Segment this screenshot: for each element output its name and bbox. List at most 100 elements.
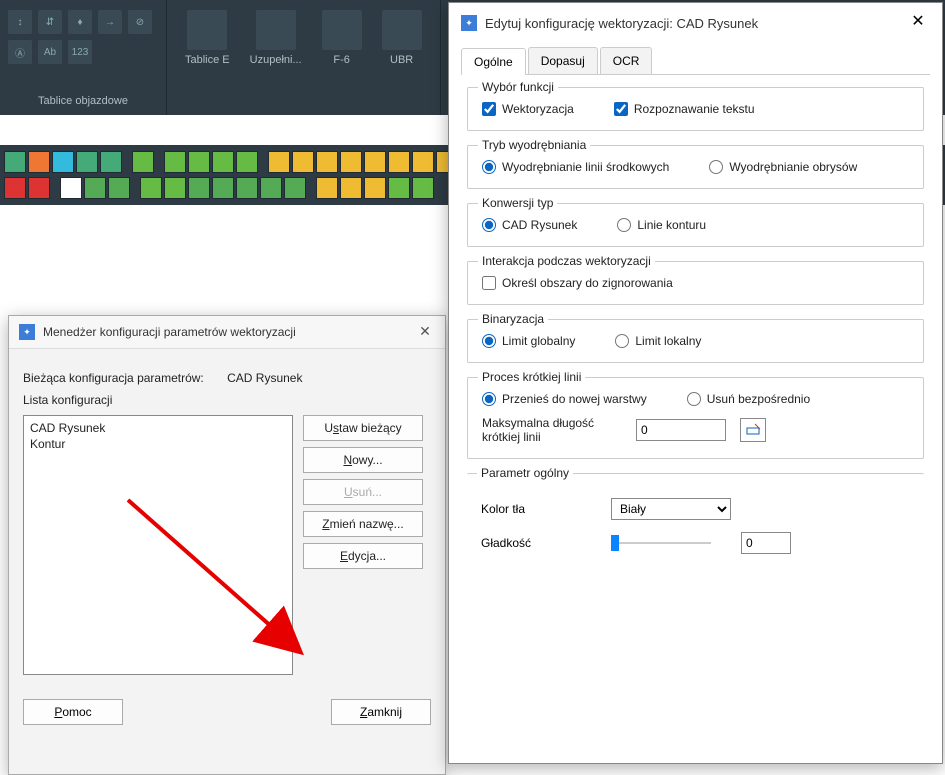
tool-icon[interactable]: [60, 177, 82, 199]
ribbon-group-tablice: ↕ ⇵ ♦ → ⊘ Ⓐ Ab 123 Tablice objazdowe: [0, 0, 167, 115]
tool-icon[interactable]: [108, 177, 130, 199]
tool-icon[interactable]: [76, 151, 98, 173]
measure-icon[interactable]: [740, 418, 766, 442]
tool-icon[interactable]: [260, 177, 282, 199]
checkbox-vectorize[interactable]: Wektoryzacja: [482, 102, 574, 116]
smoothness-label: Gładkość: [481, 536, 581, 550]
new-button[interactable]: Nowy...: [303, 447, 423, 473]
close-button[interactable]: Zamknij: [331, 699, 431, 725]
dialog-titlebar[interactable]: ✦ Edytuj konfigurację wektoryzacji: CAD …: [449, 3, 942, 43]
radio-centerline[interactable]: Wyodrębnianie linii środkowych: [482, 160, 669, 174]
tool-icon[interactable]: [412, 177, 434, 199]
help-button[interactable]: Pomoc: [23, 699, 123, 725]
app-icon: ✦: [461, 15, 477, 31]
tabs: Ogólne Dopasuj OCR: [461, 47, 930, 75]
bgcolor-select[interactable]: Biały: [611, 498, 731, 520]
config-listbox[interactable]: CAD Rysunek Kontur: [23, 415, 293, 675]
tab-ocr[interactable]: OCR: [600, 47, 653, 74]
max-short-line-label: Maksymalna długość krótkiej linii: [482, 416, 622, 444]
current-config-label: Bieżąca konfiguracja parametrów:: [23, 371, 204, 385]
max-short-line-input[interactable]: [636, 419, 726, 441]
smoothness-input[interactable]: [741, 532, 791, 554]
tab-fit[interactable]: Dopasuj: [528, 47, 598, 74]
set-current-button[interactable]: Ustaw bieżący: [303, 415, 423, 441]
tool-icon[interactable]: [236, 177, 258, 199]
tool-icon[interactable]: [28, 177, 50, 199]
tool-icon[interactable]: [4, 177, 26, 199]
tool-icon[interactable]: [316, 177, 338, 199]
checkbox-recognize-text[interactable]: Rozpoznawanie tekstu: [614, 102, 755, 116]
edit-button[interactable]: Edycja...: [303, 543, 423, 569]
tool-icon[interactable]: [140, 177, 162, 199]
radio-local-limit[interactable]: Limit lokalny: [615, 334, 701, 348]
ribbon-icon[interactable]: ♦: [68, 10, 92, 34]
tool-icon[interactable]: [236, 151, 258, 173]
tool-icon[interactable]: [212, 177, 234, 199]
app-icon: ✦: [19, 324, 35, 340]
tool-icon[interactable]: [132, 151, 154, 173]
tool-icon[interactable]: [292, 151, 314, 173]
tool-icon[interactable]: [284, 177, 306, 199]
tool-icon[interactable]: [412, 151, 434, 173]
tool-icon[interactable]: [188, 177, 210, 199]
fieldset-func: Wybór funkcji Wektoryzacja Rozpoznawanie…: [467, 87, 924, 131]
radio-delete-direct[interactable]: Usuń bezpośrednio: [687, 392, 810, 406]
dialog-title: Menedżer konfiguracji parametrów wektory…: [43, 325, 415, 339]
smoothness-slider[interactable]: [611, 533, 711, 553]
ribbon-big-button[interactable]: UBR: [372, 4, 432, 111]
fieldset-short-line: Proces krótkiej linii Przenieś do nowej …: [467, 377, 924, 459]
rename-button[interactable]: Zmień nazwę...: [303, 511, 423, 537]
tool-icon[interactable]: [28, 151, 50, 173]
radio-outline[interactable]: Wyodrębnianie obrysów: [709, 160, 857, 174]
tool-icon[interactable]: [84, 177, 106, 199]
tool-icon[interactable]: [4, 151, 26, 173]
ribbon-icon[interactable]: Ab: [38, 40, 62, 64]
fieldset-binarization: Binaryzacja Limit globalny Limit lokalny: [467, 319, 924, 363]
tool-icon[interactable]: [268, 151, 290, 173]
tool-icon[interactable]: [212, 151, 234, 173]
fieldset-general-param: Parametr ogólny Kolor tła Biały Gładkość: [467, 473, 924, 554]
ribbon-icon[interactable]: Ⓐ: [8, 40, 32, 64]
fieldset-extract: Tryb wyodrębniania Wyodrębnianie linii ś…: [467, 145, 924, 189]
config-manager-dialog: ✦ Menedżer konfiguracji parametrów wekto…: [8, 315, 446, 775]
ribbon-big-button[interactable]: Tablice E: [175, 4, 240, 111]
tool-icon[interactable]: [188, 151, 210, 173]
legend: Wybór funkcji: [478, 80, 558, 94]
tool-icon[interactable]: [52, 151, 74, 173]
ribbon-big-button[interactable]: F-6: [312, 4, 372, 111]
tool-icon[interactable]: [340, 177, 362, 199]
tool-icon[interactable]: [100, 151, 122, 173]
ribbon-group-label: Tablice objazdowe: [8, 91, 158, 111]
ribbon-icon[interactable]: ⊘: [128, 10, 152, 34]
list-item[interactable]: Kontur: [28, 436, 288, 452]
ribbon-big-button[interactable]: Uzupełni...: [240, 4, 312, 111]
legend: Proces krótkiej linii: [478, 370, 585, 384]
tool-icon[interactable]: [164, 177, 186, 199]
tool-icon[interactable]: [340, 151, 362, 173]
ribbon-icon[interactable]: 123: [68, 40, 92, 64]
ribbon-icon[interactable]: →: [98, 10, 122, 34]
checkbox-ignore-areas[interactable]: Określ obszary do zignorowania: [482, 276, 673, 290]
dialog-titlebar[interactable]: ✦ Menedżer konfiguracji parametrów wekto…: [9, 316, 445, 349]
legend: Parametr ogólny: [477, 466, 573, 480]
ribbon-icon[interactable]: ⇵: [38, 10, 62, 34]
tool-icon[interactable]: [364, 177, 386, 199]
tool-icon[interactable]: [316, 151, 338, 173]
radio-cad-drawing[interactable]: CAD Rysunek: [482, 218, 577, 232]
fieldset-convert: Konwersji typ CAD Rysunek Linie konturu: [467, 203, 924, 247]
list-item[interactable]: CAD Rysunek: [28, 420, 288, 436]
tool-icon[interactable]: [388, 177, 410, 199]
fieldset-interact: Interakcja podczas wektoryzacji Określ o…: [467, 261, 924, 305]
tab-general[interactable]: Ogólne: [461, 48, 526, 75]
ribbon-icon[interactable]: ↕: [8, 10, 32, 34]
legend: Tryb wyodrębniania: [478, 138, 590, 152]
tool-icon[interactable]: [388, 151, 410, 173]
close-icon[interactable]: ✕: [906, 11, 930, 35]
radio-global-limit[interactable]: Limit globalny: [482, 334, 575, 348]
bgcolor-label: Kolor tła: [481, 502, 581, 516]
close-icon[interactable]: ✕: [415, 322, 435, 342]
radio-contour-lines[interactable]: Linie konturu: [617, 218, 706, 232]
tool-icon[interactable]: [364, 151, 386, 173]
tool-icon[interactable]: [164, 151, 186, 173]
radio-move-new-layer[interactable]: Przenieś do nowej warstwy: [482, 392, 647, 406]
